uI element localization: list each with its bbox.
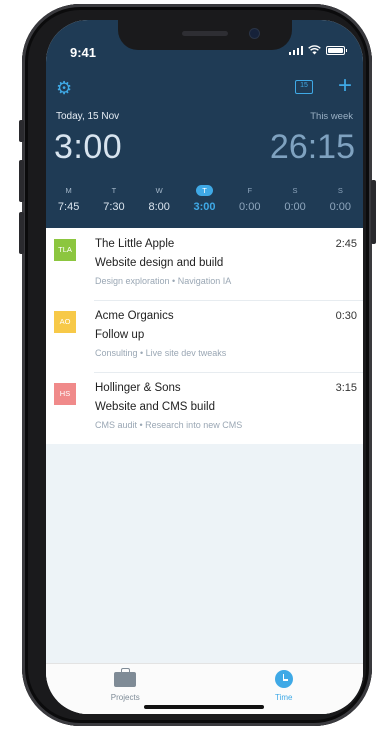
- task-list: Design exploration • Navigation IA: [95, 276, 232, 286]
- home-indicator: [144, 705, 264, 709]
- entry-duration: 2:45: [335, 238, 357, 250]
- day-sunday[interactable]: S 0:00: [318, 185, 363, 213]
- client-badge: TLA: [54, 239, 76, 261]
- day-saturday[interactable]: S 0:00: [272, 185, 317, 213]
- briefcase-icon: [114, 668, 137, 687]
- tab-bar: Projects Time: [46, 663, 363, 714]
- app-screen: 9:41 ⚙ 15 + Today, 15 Nov This week 3:00…: [46, 20, 363, 714]
- project-name: Follow up: [95, 329, 145, 341]
- client-badge: HS: [54, 383, 76, 405]
- settings-gear-icon[interactable]: ⚙: [56, 78, 72, 99]
- power-button: [371, 180, 376, 244]
- day-wednesday[interactable]: W 8:00: [137, 185, 182, 213]
- this-week-label: This week: [310, 111, 353, 122]
- week-strip: M 7:45 T 7:30 W 8:00 T 3:00 F 0:00 S 0:00 S 0:0…: [46, 185, 363, 213]
- clock-icon: [274, 670, 293, 688]
- summary-header: 9:41 ⚙ 15 + Today, 15 Nov This week 3:00…: [46, 20, 363, 228]
- project-name: Website design and build: [95, 257, 224, 269]
- day-thursday[interactable]: T 3:00: [182, 185, 227, 213]
- day-friday[interactable]: F 0:00: [227, 185, 272, 213]
- task-list: CMS audit • Research into new CMS: [95, 420, 243, 430]
- speaker-grille: [182, 31, 228, 36]
- wifi-icon: [308, 45, 321, 55]
- entry-duration: 0:30: [335, 310, 357, 322]
- time-entry[interactable]: AO Acme Organics Follow up Consulting • …: [46, 300, 363, 372]
- notch: [118, 20, 292, 50]
- today-total: 3:00: [54, 128, 123, 166]
- time-entry-list: TLA The Little Apple Website design and …: [46, 228, 363, 714]
- status-icons: [288, 45, 347, 55]
- signal-icon: [288, 45, 303, 55]
- front-camera: [250, 29, 259, 38]
- entry-duration: 3:15: [335, 382, 357, 394]
- add-entry-button[interactable]: +: [338, 74, 352, 98]
- volume-up-button: [19, 160, 24, 202]
- task-list: Consulting • Live site dev tweaks: [95, 348, 227, 358]
- client-badge: AO: [54, 311, 76, 333]
- client-name: Hollinger & Sons: [95, 382, 181, 394]
- client-name: The Little Apple: [95, 238, 175, 250]
- status-time: 9:41: [70, 45, 97, 60]
- calendar-icon[interactable]: 15: [295, 80, 313, 94]
- project-name: Website and CMS build: [95, 401, 215, 413]
- tab-time-label: Time: [275, 693, 293, 702]
- time-entry[interactable]: HS Hollinger & Sons Website and CMS buil…: [46, 372, 363, 444]
- client-name: Acme Organics: [95, 310, 174, 322]
- mute-switch: [19, 120, 24, 142]
- battery-icon: [326, 45, 347, 55]
- day-monday[interactable]: M 7:45: [46, 185, 91, 213]
- week-total: 26:15: [269, 128, 355, 166]
- volume-down-button: [19, 212, 24, 254]
- time-entry[interactable]: TLA The Little Apple Website design and …: [46, 228, 363, 300]
- day-tuesday[interactable]: T 7:30: [91, 185, 136, 213]
- tab-projects-label: Projects: [110, 693, 140, 702]
- today-label: Today, 15 Nov: [56, 111, 120, 122]
